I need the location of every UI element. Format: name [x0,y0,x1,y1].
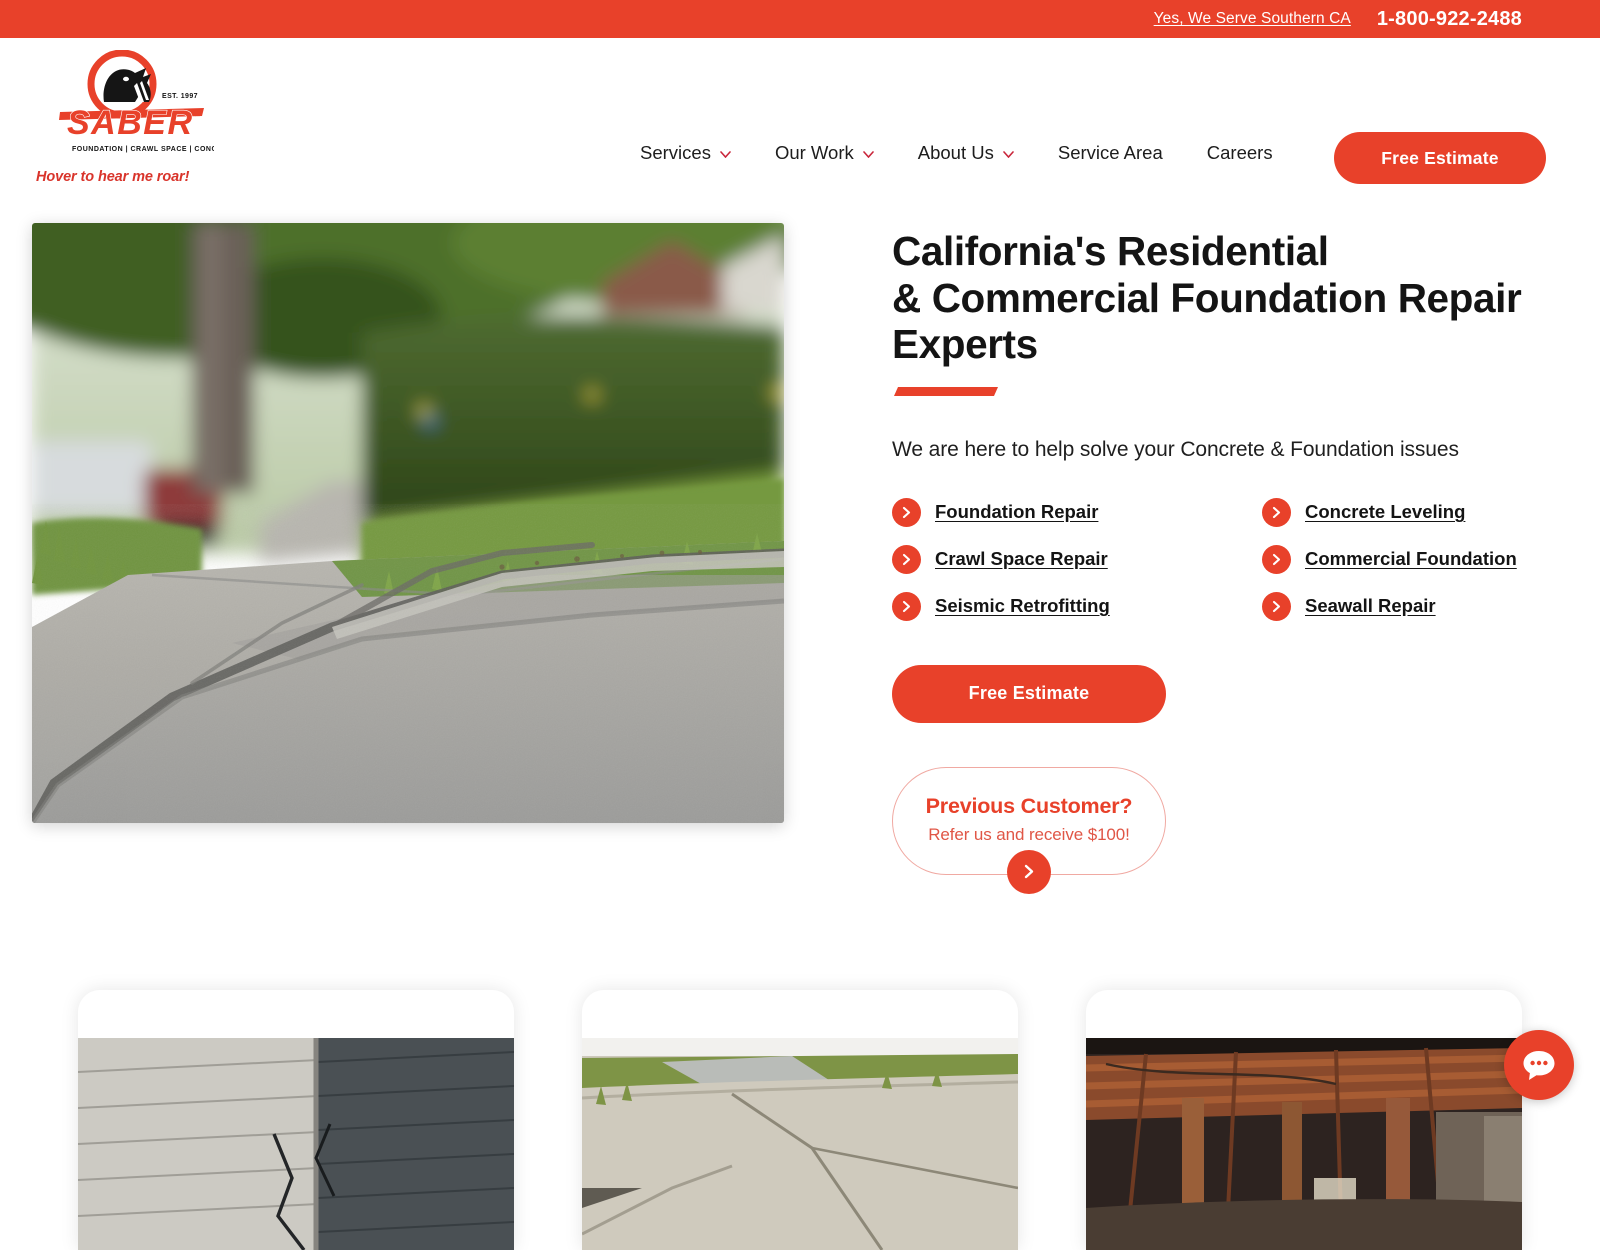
cracked-sidewalk-photo [32,223,784,823]
chat-bubble-icon [1521,1048,1557,1082]
hero-free-estimate-button[interactable]: Free Estimate [892,665,1166,723]
phone-link[interactable]: 1-800-922-2488 [1377,8,1522,31]
chevron-right-icon [1262,498,1291,527]
service-card-2[interactable] [582,990,1018,1250]
service-area-link[interactable]: Yes, We Serve Southern CA [1154,10,1351,28]
logo[interactable]: EST. 1997 SABER ™ FOUNDATION | CRAWL SPA… [34,50,234,185]
chevron-right-icon [892,545,921,574]
nav-label: Service Area [1058,142,1163,164]
service-link-commercial-foundation[interactable]: Commercial Foundation [1262,545,1517,574]
nav-label: Services [640,142,711,164]
nav-item-service-area[interactable]: Service Area [1058,142,1163,164]
service-link-foundation-repair[interactable]: Foundation Repair [892,498,1098,527]
utility-bar: Yes, We Serve Southern CA 1-800-922-2488 [0,0,1600,38]
chevron-down-icon [720,151,731,158]
chat-widget-button[interactable] [1504,1030,1574,1100]
nav-item-services[interactable]: Services [640,142,731,164]
hero-content: California's Residential & Commercial Fo… [892,223,1552,875]
header-free-estimate-button[interactable]: Free Estimate [1334,132,1546,184]
chevron-right-icon [892,498,921,527]
service-link-crawl-space-repair[interactable]: Crawl Space Repair [892,545,1108,574]
service-card-3[interactable] [1086,990,1522,1250]
saber-logo-icon: EST. 1997 SABER ™ FOUNDATION | CRAWL SPA… [54,50,214,162]
service-link-label: Commercial Foundation [1305,548,1517,570]
service-link-label: Concrete Leveling [1305,501,1465,523]
service-link-label: Foundation Repair [935,501,1098,523]
service-link-concrete-leveling[interactable]: Concrete Leveling [1262,498,1465,527]
cracked-wall-photo [78,1038,514,1250]
hero-image [32,223,784,823]
service-links-grid: Foundation Repair Concrete Leveling Craw… [892,498,1552,621]
title-line-1: California's Residential [892,231,1552,272]
service-cards-strip [0,990,1600,1118]
service-link-seismic-retrofitting[interactable]: Seismic Retrofitting [892,592,1110,621]
hero-section: California's Residential & Commercial Fo… [0,203,1600,875]
title-line-3: Experts [892,324,1552,365]
nav-label: About Us [918,142,994,164]
nav-label: Careers [1207,142,1273,164]
nav-item-careers[interactable]: Careers [1207,142,1273,164]
svg-text:SABER: SABER [67,104,194,142]
title-accent-rule [894,387,998,396]
service-link-label: Crawl Space Repair [935,548,1108,570]
main-navigation: Services Our Work About Us Service Area … [640,142,1273,164]
nav-item-about-us[interactable]: About Us [918,142,1014,164]
logo-hover-note: Hover to hear me roar! [34,169,234,185]
referral-subtitle: Refer us and receive $100! [911,825,1147,845]
chevron-down-icon [1003,151,1014,158]
site-header: EST. 1997 SABER ™ FOUNDATION | CRAWL SPA… [0,38,1600,203]
page-title: California's Residential & Commercial Fo… [892,231,1552,365]
service-link-label: Seismic Retrofitting [935,595,1110,617]
svg-text:FOUNDATION | CRAWL SPACE | CON: FOUNDATION | CRAWL SPACE | CONCRETE [72,146,214,153]
service-link-label: Seawall Repair [1305,595,1436,617]
service-link-seawall-repair[interactable]: Seawall Repair [1262,592,1436,621]
svg-text:EST. 1997: EST. 1997 [162,93,198,100]
nav-label: Our Work [775,142,854,164]
title-line-2: & Commercial Foundation Repair [892,278,1552,319]
service-card-1[interactable] [78,990,514,1250]
chevron-right-icon [1262,545,1291,574]
referral-card[interactable]: Previous Customer? Refer us and receive … [892,767,1166,875]
cracked-driveway-photo [582,1038,1018,1250]
chevron-down-icon [863,151,874,158]
chevron-right-icon [1022,863,1036,880]
referral-arrow-button[interactable] [1007,850,1051,894]
hero-subtitle: We are here to help solve your Concrete … [892,438,1552,462]
nav-item-our-work[interactable]: Our Work [775,142,874,164]
chevron-right-icon [1262,592,1291,621]
chevron-right-icon [892,592,921,621]
referral-title: Previous Customer? [911,794,1147,819]
svg-text:™: ™ [194,113,200,120]
crawl-space-photo [1086,1038,1522,1250]
